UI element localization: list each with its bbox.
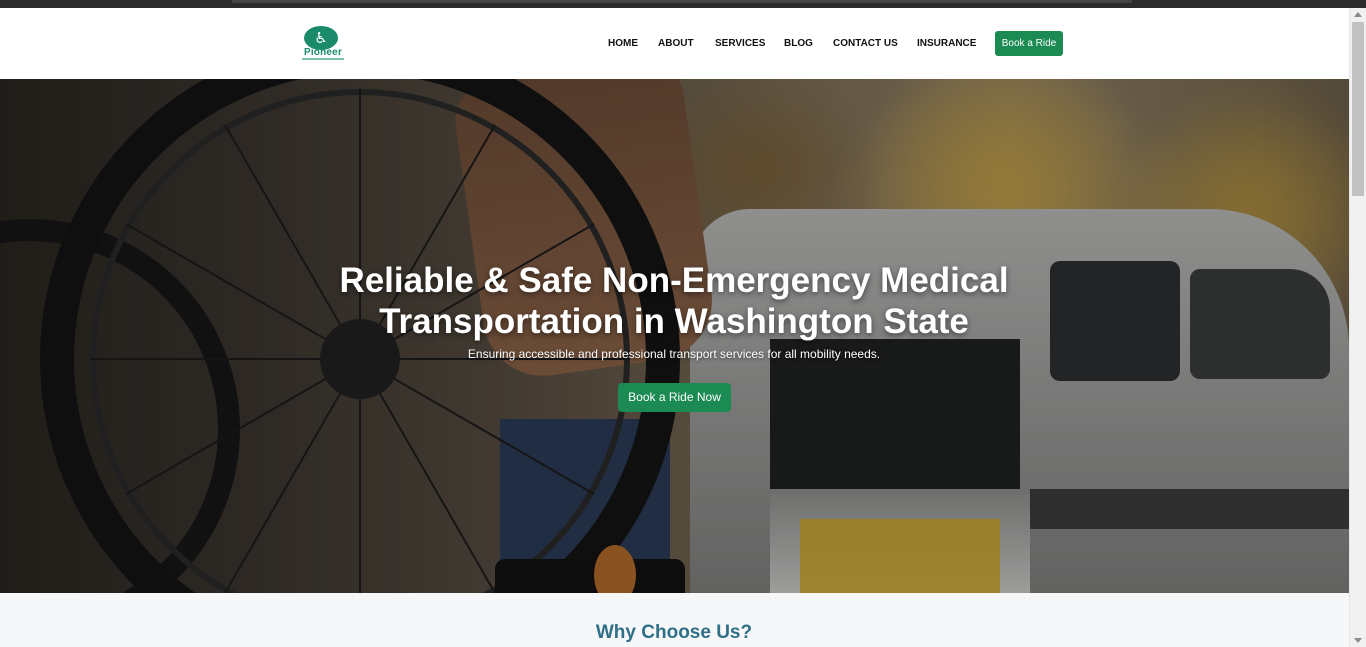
page-scrollbar[interactable] (1349, 8, 1366, 647)
scroll-up-arrow-icon[interactable] (1354, 12, 1362, 17)
hero-subtitle: Ensuring accessible and professional tra… (467, 347, 881, 361)
hero-section: Reliable & Safe Non-Emergency Medical Tr… (0, 79, 1349, 593)
nav-about[interactable]: ABOUT (658, 38, 694, 50)
nav-contact-us[interactable]: CONTACT US (833, 38, 898, 50)
hero-title-line1: Reliable & Safe Non-Emergency Medical (339, 261, 1009, 300)
hero-title-line2: Transportation in Washington State (379, 302, 969, 341)
book-ride-header-button[interactable]: Book a Ride (995, 31, 1063, 56)
nav-home[interactable]: HOME (608, 38, 638, 50)
hero-title: Reliable & Safe Non-Emergency Medical Tr… (274, 260, 1074, 342)
nav-insurance[interactable]: INSURANCE (917, 38, 976, 50)
nav-services[interactable]: SERVICES (715, 38, 765, 50)
why-choose-us-section: Why Choose Us? (0, 593, 1349, 647)
site-header: ♿ Pioneer HOME ABOUT SERVICES BLOG CONTA… (0, 8, 1349, 79)
logo-tagline-bar (302, 58, 344, 60)
browser-top-strip (0, 0, 1366, 8)
scrollbar-thumb[interactable] (1352, 22, 1364, 196)
book-ride-now-button[interactable]: Book a Ride Now (618, 383, 731, 412)
why-choose-us-title: Why Choose Us? (595, 622, 753, 643)
main-nav: HOME ABOUT SERVICES BLOG CONTACT US INSU… (0, 38, 1349, 52)
scroll-down-arrow-icon[interactable] (1354, 638, 1362, 643)
nav-blog[interactable]: BLOG (784, 38, 813, 50)
